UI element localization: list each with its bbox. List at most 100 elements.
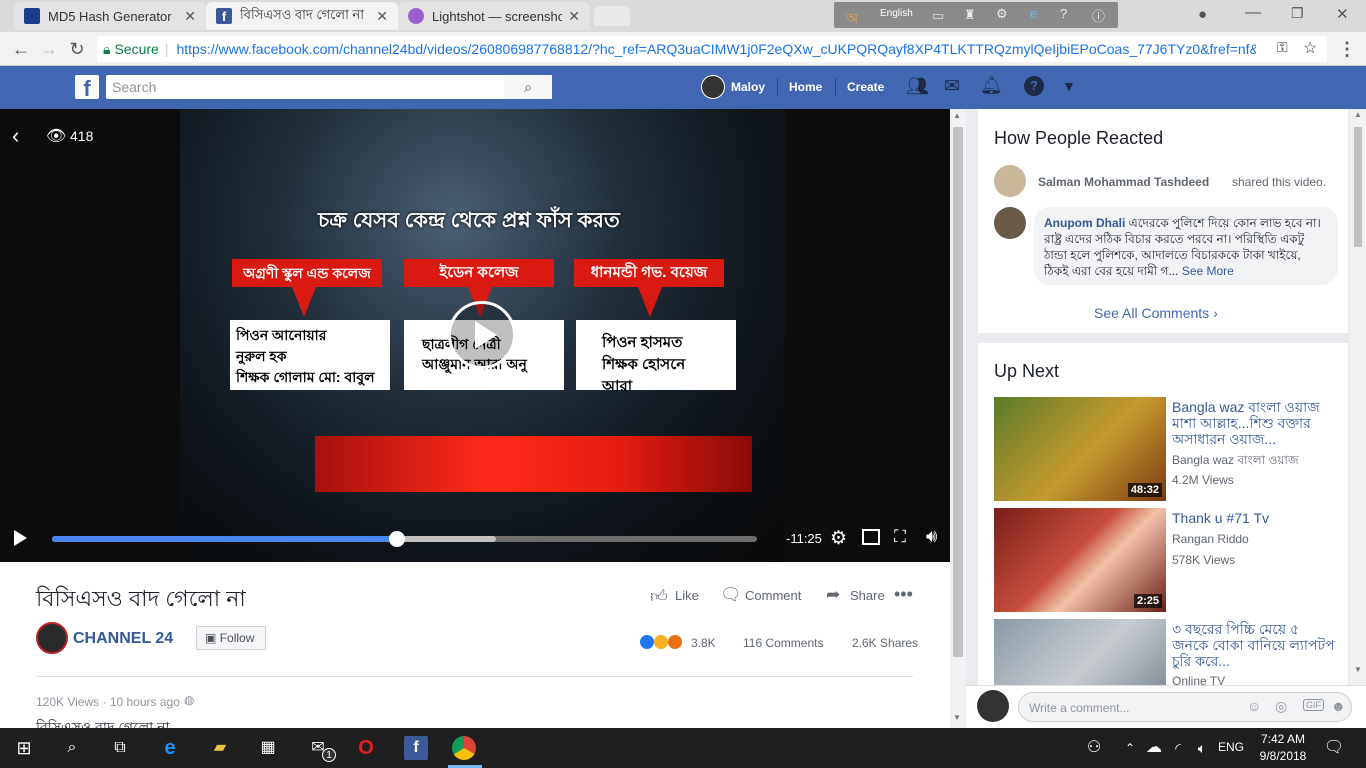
- trophy-icon[interactable]: ♜: [964, 7, 976, 23]
- mini-player-icon[interactable]: [862, 529, 880, 545]
- emoji-icon[interactable]: ☺: [1247, 698, 1261, 714]
- progress-track[interactable]: [52, 531, 757, 547]
- fullscreen-icon[interactable]: ⛶: [894, 527, 906, 547]
- url-text[interactable]: https://www.facebook.com/channel24bd/vid…: [176, 41, 1256, 57]
- notifications-icon[interactable]: 🔔︎: [980, 75, 1003, 96]
- task-view-icon[interactable]: ⧉: [108, 736, 132, 760]
- facebook-logo-icon[interactable]: f: [75, 75, 99, 101]
- new-tab-button[interactable]: [594, 6, 630, 26]
- like-button[interactable]: Like: [675, 588, 699, 603]
- settings-icon[interactable]: ⚙: [996, 6, 1008, 22]
- chrome-icon[interactable]: [452, 736, 476, 760]
- more-icon[interactable]: •••: [894, 584, 913, 605]
- gif-icon[interactable]: GIF: [1303, 699, 1324, 711]
- profile-icon[interactable]: ●: [1198, 6, 1207, 23]
- facebook-app-icon[interactable]: f: [404, 736, 428, 760]
- close-icon[interactable]: ✕: [568, 8, 580, 25]
- scroll-up-icon[interactable]: ▲: [1354, 110, 1362, 119]
- dropdown-icon[interactable]: ▼: [1062, 78, 1076, 94]
- volume-icon[interactable]: 🔈︎: [1190, 736, 1214, 760]
- scroll-down-icon[interactable]: ▼: [1354, 665, 1362, 674]
- wifi-icon[interactable]: ◜: [1166, 736, 1190, 760]
- language-indicator[interactable]: ENG: [1218, 740, 1244, 754]
- play-overlay-button[interactable]: [448, 301, 516, 369]
- help-icon[interactable]: ?: [1060, 6, 1067, 21]
- help-icon[interactable]: ?: [1024, 76, 1044, 96]
- comments-count[interactable]: 116 Comments: [743, 636, 823, 650]
- avro-icon[interactable]: অ: [846, 7, 858, 31]
- reactions-count[interactable]: 3.8K: [691, 636, 716, 650]
- video-player[interactable]: ‹ 👁︎ 418 চক্র যেসব কেন্দ্র থেকে প্রশ্ন ফ…: [0, 109, 950, 562]
- store-icon[interactable]: ▦: [256, 736, 280, 760]
- channel-name[interactable]: CHANNEL 24: [73, 630, 173, 648]
- video-thumbnail[interactable]: [994, 619, 1166, 685]
- avatar[interactable]: [994, 207, 1026, 239]
- search-icon[interactable]: ⌕: [60, 736, 84, 760]
- omnibox[interactable]: 🔒︎ Secure | https://www.facebook.com/cha…: [97, 36, 1327, 62]
- page-scrollbar[interactable]: ▲ ▼: [950, 109, 966, 728]
- avatar[interactable]: [36, 622, 68, 654]
- ie-icon[interactable]: e: [1030, 6, 1037, 21]
- tab-md5[interactable]: MD5 Hash Generator ✕: [14, 2, 206, 30]
- commenter-name[interactable]: Anupom Dhali: [1044, 216, 1125, 230]
- video-title-link[interactable]: Thank u #71 Tv: [1172, 510, 1338, 526]
- follow-button[interactable]: ▣ Follow: [196, 626, 266, 650]
- windows-start-icon[interactable]: ⊞: [12, 736, 36, 760]
- back-icon[interactable]: ‹: [12, 123, 19, 149]
- share-icon[interactable]: ➦: [826, 585, 840, 605]
- sidebar-scrollbar[interactable]: ▲ ▼: [1350, 109, 1366, 685]
- clock-time[interactable]: 7:42 AM: [1258, 732, 1308, 746]
- video-channel[interactable]: Bangla waz বাংলা ওয়াজ: [1172, 452, 1299, 472]
- bookmark-star-icon[interactable]: ☆: [1303, 38, 1317, 58]
- video-channel[interactable]: Rangan Riddo: [1172, 532, 1249, 546]
- tab-facebook[interactable]: f বিসিএসও বাদ গেলো না ✕: [206, 2, 398, 30]
- edge-icon[interactable]: e: [158, 736, 182, 760]
- scroll-down-icon[interactable]: ▼: [953, 713, 961, 722]
- sharer-name[interactable]: Salman Mohammad Tashdeed: [1038, 175, 1209, 189]
- forward-icon[interactable]: →: [38, 38, 60, 60]
- file-explorer-icon[interactable]: ▰: [208, 736, 232, 760]
- language-label[interactable]: English: [880, 8, 913, 19]
- comment-input[interactable]: Write a comment... ☺ ◎ GIF ☻: [1018, 692, 1352, 722]
- video-title-link[interactable]: Bangla waz বাংলা ওয়াজ মাশা আল্লাহ...শিশ…: [1172, 399, 1338, 445]
- settings-icon[interactable]: ⚙: [830, 527, 847, 550]
- video-channel[interactable]: Online TV: [1172, 674, 1225, 685]
- friends-icon[interactable]: 👥︎: [906, 76, 929, 97]
- search-icon[interactable]: ⌕: [504, 75, 552, 99]
- minimize-icon[interactable]: —: [1245, 4, 1261, 22]
- camera-icon[interactable]: ◎: [1275, 698, 1287, 715]
- avatar[interactable]: [701, 75, 725, 99]
- video-title-link[interactable]: ৩ বছরের পিচ্চি মেয়ে ৫ জনকে বোকা বানিয়ে…: [1172, 621, 1338, 669]
- restore-icon[interactable]: ❐: [1291, 5, 1304, 22]
- people-icon[interactable]: ⚇: [1082, 736, 1106, 760]
- info-icon[interactable]: ⓘ: [1092, 6, 1105, 25]
- like-icon[interactable]: 👍︎: [650, 586, 668, 607]
- close-icon[interactable]: ✕: [184, 8, 196, 25]
- opera-icon[interactable]: O: [354, 736, 378, 760]
- see-all-comments-link[interactable]: See All Comments ›: [1094, 305, 1218, 321]
- close-icon[interactable]: ✕: [376, 8, 388, 25]
- avatar[interactable]: [994, 165, 1026, 197]
- scrollbar-thumb[interactable]: [953, 127, 963, 657]
- search-input[interactable]: Search ⌕: [106, 75, 552, 99]
- volume-icon[interactable]: 🔊︎: [926, 526, 937, 547]
- home-link[interactable]: Home: [789, 66, 822, 109]
- scrollbar-thumb[interactable]: [1354, 127, 1362, 247]
- close-window-icon[interactable]: ✕: [1336, 5, 1349, 23]
- onedrive-icon[interactable]: ☁: [1142, 736, 1166, 760]
- see-more-link[interactable]: See More: [1182, 264, 1234, 278]
- scroll-up-icon[interactable]: ▲: [953, 111, 961, 120]
- clock-date[interactable]: 9/8/2018: [1258, 749, 1308, 763]
- create-link[interactable]: Create: [847, 66, 884, 109]
- keyboard-icon[interactable]: ▭: [932, 8, 944, 24]
- back-icon[interactable]: ←: [10, 38, 32, 60]
- share-button[interactable]: Share: [850, 588, 885, 603]
- tray-expand-icon[interactable]: ⌃: [1118, 736, 1142, 760]
- video-thumbnail[interactable]: 48:32: [994, 397, 1166, 501]
- notifications-icon[interactable]: 🗨︎: [1322, 736, 1346, 760]
- profile-link[interactable]: Maloy: [731, 66, 765, 109]
- menu-icon[interactable]: ⋮: [1336, 38, 1358, 60]
- messenger-icon[interactable]: ✉: [944, 75, 960, 98]
- tab-lightshot[interactable]: Lightshot — screenshot t ✕: [398, 2, 590, 30]
- key-icon[interactable]: ⚿: [1277, 39, 1288, 56]
